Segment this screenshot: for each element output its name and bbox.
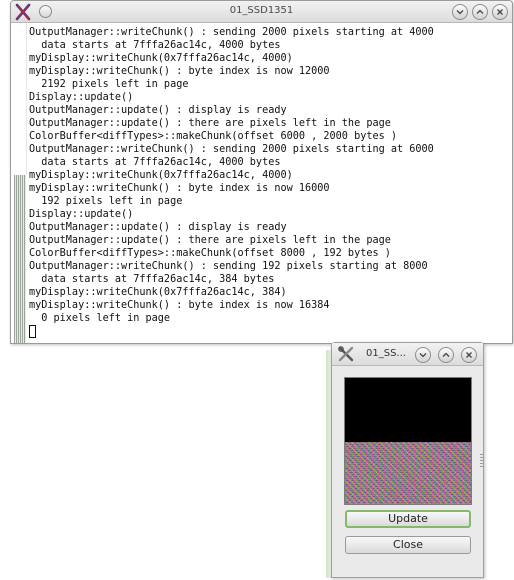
terminal-line: 2192 pixels left in page — [29, 79, 189, 90]
close-icon[interactable] — [492, 4, 508, 20]
terminal-line: 192 pixels left in page — [29, 196, 183, 207]
terminal-line: OutputManager::writeChunk() : sending 19… — [29, 261, 428, 272]
terminal-line: ColorBuffer<diffTypes>::makeChunk(offset… — [29, 248, 391, 259]
terminal-line: data starts at 7fffa26ac14c, 384 bytes — [29, 274, 275, 285]
terminal-line: 0 pixels left in page — [29, 313, 171, 324]
main-titlebar[interactable]: 01_SSD1351 — [11, 1, 512, 23]
terminal-line: OutputManager::update() : display is rea… — [29, 105, 287, 116]
terminal-line: myDisplay::writeChunk(0x7fffa26ac14c, 40… — [29, 170, 293, 181]
main-terminal-window: 01_SSD1351 OutputManager::writeChunk() :… — [10, 0, 513, 344]
terminal-output[interactable]: OutputManager::writeChunk() : sending 20… — [11, 23, 512, 343]
display-preview — [344, 377, 472, 505]
tools-app-icon[interactable] — [337, 345, 355, 363]
terminal-line: Display::update() — [29, 209, 134, 220]
terminal-line: myDisplay::writeChunk() : byte index is … — [29, 183, 330, 194]
update-button[interactable]: Update — [345, 510, 471, 528]
terminal-line: OutputManager::update() : display is rea… — [29, 222, 287, 233]
terminal-line: Display::update() — [29, 92, 134, 103]
preview-noise-area — [345, 442, 471, 504]
preview-titlebar[interactable]: 01_SS... — [332, 343, 483, 366]
chevron-down-icon[interactable] — [452, 4, 468, 20]
terminal-line: OutputManager::writeChunk() : sending 20… — [29, 27, 434, 38]
chevron-up-icon[interactable] — [472, 4, 488, 20]
terminal-line: OutputManager::writeChunk() : sending 20… — [29, 144, 434, 155]
terminal-line: ColorBuffer<diffTypes>::makeChunk(offset… — [29, 131, 398, 142]
terminal-line: data starts at 7fffa26ac14c, 4000 bytes — [29, 157, 281, 168]
preview-window: 01_SS... Update Close — [331, 342, 484, 578]
terminal-lines: OutputManager::writeChunk() : sending 20… — [29, 26, 508, 340]
chevron-down-icon[interactable] — [415, 347, 431, 363]
chevron-up-icon[interactable] — [438, 347, 454, 363]
terminal-line: myDisplay::writeChunk(0x7fffa26ac14c, 40… — [29, 53, 293, 64]
close-icon[interactable] — [461, 347, 477, 363]
terminal-line: myDisplay::writeChunk(0x7fffa26ac14c, 38… — [29, 287, 287, 298]
scrollbar-thumb[interactable] — [14, 23, 27, 175]
resize-handle[interactable] — [480, 453, 483, 467]
window-title: 01_SSD1351 — [229, 5, 294, 16]
preview-window-title: 01_SS... — [366, 348, 406, 359]
terminal-line: OutputManager::update() : there are pixe… — [29, 235, 391, 246]
terminal-line: myDisplay::writeChunk() : byte index is … — [29, 66, 330, 77]
terminal-line: myDisplay::writeChunk() : byte index is … — [29, 300, 330, 311]
close-button[interactable]: Close — [345, 536, 471, 554]
terminal-line: OutputManager::update() : there are pixe… — [29, 118, 391, 129]
text-cursor — [29, 325, 36, 338]
terminal-line: data starts at 7fffa26ac14c, 4000 bytes — [29, 40, 281, 51]
preview-cleared-area — [345, 378, 471, 442]
terminal-prompt[interactable] — [29, 325, 508, 340]
